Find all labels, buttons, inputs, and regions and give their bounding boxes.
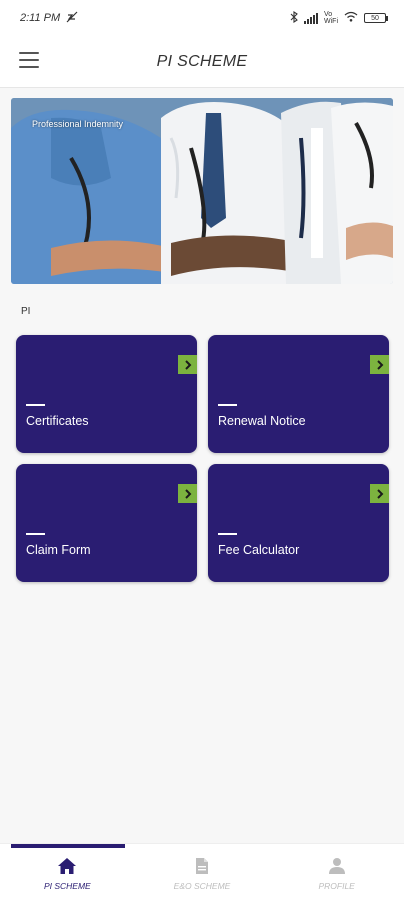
battery-level: 50	[371, 14, 379, 22]
person-icon	[328, 858, 345, 874]
battery-icon: 50	[364, 13, 388, 23]
card-dash	[218, 533, 237, 535]
nav-label: PI SCHEME	[43, 881, 91, 891]
signal-icon	[304, 12, 318, 24]
nav-item-pi-scheme[interactable]: PI SCHEME	[0, 844, 135, 900]
status-left: 2:11 PM	[20, 11, 78, 26]
card-label: Fee Calculator	[218, 543, 300, 557]
claim-form-card[interactable]: Claim Form	[16, 464, 197, 582]
card-label: Certificates	[26, 414, 89, 428]
data-saver-icon	[66, 11, 78, 26]
card-dash	[26, 533, 45, 535]
home-icon	[58, 858, 77, 874]
nav-label: E&O SCHEME	[173, 881, 231, 891]
document-icon	[196, 858, 208, 874]
chevron-right-icon	[370, 484, 389, 503]
active-tab-indicator	[11, 844, 125, 848]
chevron-right-icon	[178, 484, 197, 503]
nav-item-profile[interactable]: PROFILE	[269, 844, 404, 900]
nav-item-eo-scheme[interactable]: E&O SCHEME	[135, 844, 270, 900]
certificates-card[interactable]: Certificates	[16, 335, 197, 453]
fee-calculator-card[interactable]: Fee Calculator	[208, 464, 389, 582]
bluetooth-icon	[290, 10, 298, 26]
card-dash	[218, 404, 237, 406]
status-bar: 2:11 PM Vo WiFi 50	[0, 0, 404, 36]
app-bar: PI SCHEME	[0, 36, 404, 88]
nav-label: PROFILE	[318, 881, 355, 891]
hamburger-menu-icon[interactable]	[19, 52, 39, 68]
volte-indicator: Vo WiFi	[324, 11, 338, 25]
wifi-icon	[344, 11, 358, 25]
page-title: PI SCHEME	[156, 52, 248, 70]
chevron-right-icon	[178, 355, 197, 374]
volte-top: Vo	[324, 11, 333, 18]
status-time: 2:11 PM	[20, 12, 61, 24]
hero-caption: Professional Indemnity	[32, 119, 124, 129]
card-label: Renewal Notice	[218, 414, 306, 428]
renewal-notice-card[interactable]: Renewal Notice	[208, 335, 389, 453]
card-label: Claim Form	[26, 543, 91, 557]
section-label: PI	[21, 306, 31, 317]
volte-bottom: WiFi	[324, 18, 338, 25]
hero-banner-image: Professional Indemnity	[11, 98, 393, 284]
status-right: Vo WiFi 50	[290, 10, 388, 26]
chevron-right-icon	[370, 355, 389, 374]
card-dash	[26, 404, 45, 406]
bottom-navigation: PI SCHEME E&O SCHEME PROFILE	[0, 843, 404, 900]
